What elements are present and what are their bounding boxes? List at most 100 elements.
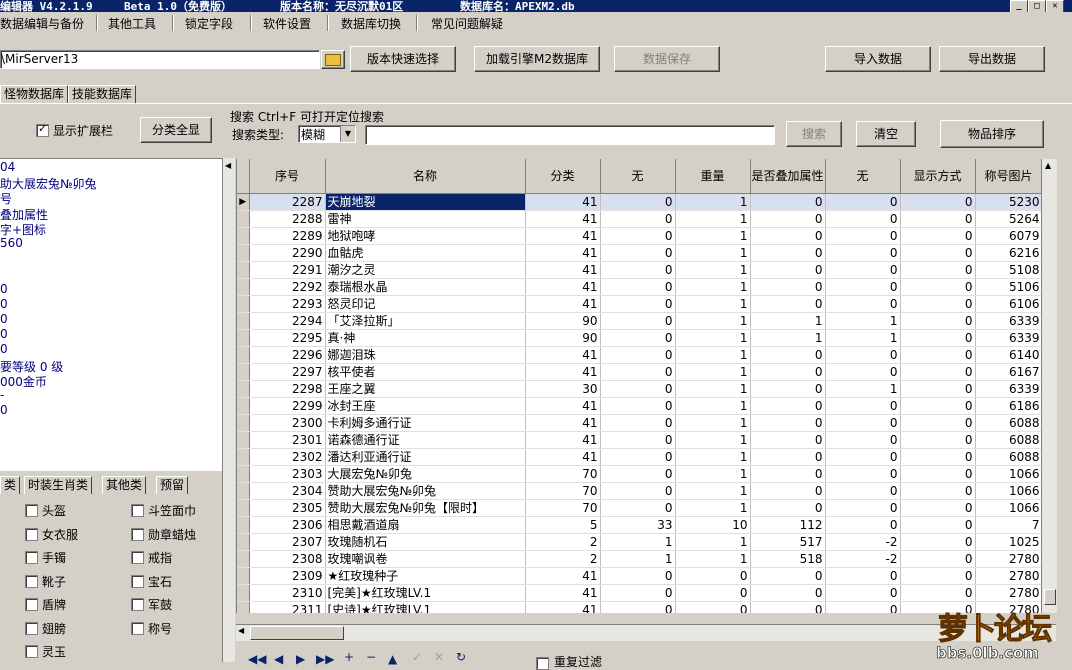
col-header-id[interactable]: 序号 bbox=[249, 159, 326, 194]
cell-id[interactable]: 2288 bbox=[249, 210, 326, 228]
cell-display-mode[interactable]: 0 bbox=[900, 295, 976, 313]
cell-stackable[interactable]: 0 bbox=[750, 261, 826, 279]
row-indicator[interactable] bbox=[237, 397, 250, 415]
cell-display-mode[interactable]: 0 bbox=[900, 431, 976, 449]
cell-weight[interactable]: 1 bbox=[675, 261, 751, 279]
cell-stackable[interactable]: 0 bbox=[750, 567, 826, 585]
cell-none-2[interactable]: 0 bbox=[825, 414, 901, 432]
cell-stackable[interactable]: 0 bbox=[750, 244, 826, 262]
row-indicator[interactable] bbox=[237, 465, 250, 483]
cell-weight[interactable]: 1 bbox=[675, 312, 751, 330]
cell-weight[interactable]: 1 bbox=[675, 380, 751, 398]
cell-display-mode[interactable]: 0 bbox=[900, 227, 976, 245]
cell-none-1[interactable]: 0 bbox=[600, 227, 676, 245]
cell-name[interactable]: 赞助大展宏兔№卯兔 bbox=[325, 482, 526, 500]
table-row[interactable]: 2290 血骷虎 41 0 1 0 0 0 6216 bbox=[237, 244, 1042, 262]
cell-none-2[interactable]: 0 bbox=[825, 295, 901, 313]
cell-none-1[interactable]: 0 bbox=[600, 397, 676, 415]
cell-title-image[interactable]: 6140 bbox=[975, 346, 1042, 364]
menu-db-switch[interactable]: 数据库切换 bbox=[341, 15, 401, 32]
cell-weight[interactable]: 1 bbox=[675, 482, 751, 500]
table-row[interactable]: ▶ 2287 天崩地裂 41 0 1 0 0 0 5230 bbox=[237, 193, 1042, 211]
maximize-button[interactable]: □ bbox=[1028, 0, 1046, 12]
cell-display-mode[interactable]: 0 bbox=[900, 278, 976, 296]
table-row[interactable]: 2298 王座之翼 30 0 1 0 1 0 6339 bbox=[237, 380, 1042, 398]
cell-id[interactable]: 2290 bbox=[249, 244, 326, 262]
cell-display-mode[interactable]: 0 bbox=[900, 533, 976, 551]
category-checkbox[interactable] bbox=[131, 504, 144, 517]
cell-id[interactable]: 2289 bbox=[249, 227, 326, 245]
row-indicator[interactable] bbox=[237, 482, 250, 500]
cell-title-image[interactable]: 1066 bbox=[975, 465, 1042, 483]
cell-category[interactable]: 41 bbox=[525, 193, 601, 211]
cell-name[interactable]: 潘达利亚通行证 bbox=[325, 448, 526, 466]
search-type-select[interactable]: 模糊 ▼ bbox=[298, 125, 356, 143]
cell-none-1[interactable]: 0 bbox=[600, 363, 676, 381]
cell-display-mode[interactable]: 0 bbox=[900, 346, 976, 364]
cell-title-image[interactable]: 5264 bbox=[975, 210, 1042, 228]
table-row[interactable]: 2292 泰瑞根水晶 41 0 1 0 0 0 5106 bbox=[237, 278, 1042, 296]
cell-title-image[interactable]: 5106 bbox=[975, 278, 1042, 296]
row-indicator[interactable] bbox=[237, 533, 250, 551]
show-all-categories-button[interactable]: 分类全显 bbox=[140, 117, 212, 143]
cell-none-1[interactable]: 0 bbox=[600, 380, 676, 398]
tab-monster-db[interactable]: 怪物数据库 bbox=[0, 85, 69, 103]
cell-category[interactable]: 41 bbox=[525, 363, 601, 381]
post-record-icon[interactable]: ✓ bbox=[412, 650, 422, 664]
cell-none-1[interactable]: 0 bbox=[600, 499, 676, 517]
cell-name[interactable]: ★红玫瑰种子 bbox=[325, 567, 526, 585]
category-checkbox[interactable] bbox=[131, 598, 144, 611]
row-indicator[interactable] bbox=[237, 414, 250, 432]
row-indicator[interactable] bbox=[237, 567, 250, 585]
cell-none-2[interactable]: 0 bbox=[825, 397, 901, 415]
cell-none-2[interactable]: 0 bbox=[825, 244, 901, 262]
cell-display-mode[interactable]: 0 bbox=[900, 465, 976, 483]
cell-none-2[interactable]: -2 bbox=[825, 533, 901, 551]
cell-category[interactable]: 41 bbox=[525, 210, 601, 228]
cell-none-2[interactable]: 0 bbox=[825, 346, 901, 364]
cell-none-1[interactable]: 0 bbox=[600, 567, 676, 585]
row-indicator[interactable] bbox=[237, 244, 250, 262]
save-data-button[interactable]: 数据保存 bbox=[614, 46, 720, 72]
cell-weight[interactable]: 1 bbox=[675, 329, 751, 347]
cell-name[interactable]: 诺森德通行证 bbox=[325, 431, 526, 449]
cell-weight[interactable]: 1 bbox=[675, 193, 751, 211]
show-ext-checkbox[interactable]: ✓ bbox=[36, 122, 49, 137]
cell-id[interactable]: 2302 bbox=[249, 448, 326, 466]
table-row[interactable]: 2305 赞助大展宏兔№卯兔【限时】 70 0 1 0 0 0 1066 bbox=[237, 499, 1042, 517]
cell-weight[interactable]: 0 bbox=[675, 567, 751, 585]
cell-name[interactable]: 天崩地裂 bbox=[325, 193, 526, 211]
cell-category[interactable]: 70 bbox=[525, 465, 601, 483]
cell-category[interactable]: 70 bbox=[525, 499, 601, 517]
row-indicator[interactable] bbox=[237, 550, 250, 568]
cell-category[interactable]: 41 bbox=[525, 567, 601, 585]
cell-title-image[interactable]: 6088 bbox=[975, 414, 1042, 432]
cell-none-1[interactable]: 0 bbox=[600, 295, 676, 313]
row-indicator[interactable] bbox=[237, 584, 250, 602]
category-checkbox[interactable] bbox=[25, 621, 38, 635]
cell-none-1[interactable]: 0 bbox=[600, 278, 676, 296]
cell-none-1[interactable]: 0 bbox=[600, 329, 676, 347]
cell-none-2[interactable]: 1 bbox=[825, 329, 901, 347]
cell-weight[interactable]: 1 bbox=[675, 499, 751, 517]
cell-none-2[interactable]: 1 bbox=[825, 312, 901, 330]
cell-display-mode[interactable]: 0 bbox=[900, 397, 976, 415]
item-sort-button[interactable]: 物品排序 bbox=[940, 120, 1044, 148]
cell-none-2[interactable]: 0 bbox=[825, 601, 901, 613]
clear-button[interactable]: 清空 bbox=[856, 121, 916, 147]
cell-display-mode[interactable]: 0 bbox=[900, 516, 976, 534]
cell-category[interactable]: 5 bbox=[525, 516, 601, 534]
cell-category[interactable]: 41 bbox=[525, 448, 601, 466]
table-row[interactable]: 2300 卡利姆多通行证 41 0 1 0 0 0 6088 bbox=[237, 414, 1042, 432]
cell-id[interactable]: 2303 bbox=[249, 465, 326, 483]
col-header-weight[interactable]: 重量 bbox=[675, 159, 751, 194]
cell-none-1[interactable]: 1 bbox=[600, 533, 676, 551]
cell-none-1[interactable]: 0 bbox=[600, 465, 676, 483]
cell-title-image[interactable]: 5108 bbox=[975, 261, 1042, 279]
cell-weight[interactable]: 1 bbox=[675, 397, 751, 415]
cell-none-2[interactable]: -2 bbox=[825, 550, 901, 568]
cell-name[interactable]: 雷神 bbox=[325, 210, 526, 228]
cell-none-1[interactable]: 0 bbox=[600, 448, 676, 466]
cell-none-1[interactable]: 0 bbox=[600, 261, 676, 279]
col-header-none-2[interactable]: 无 bbox=[825, 159, 901, 194]
